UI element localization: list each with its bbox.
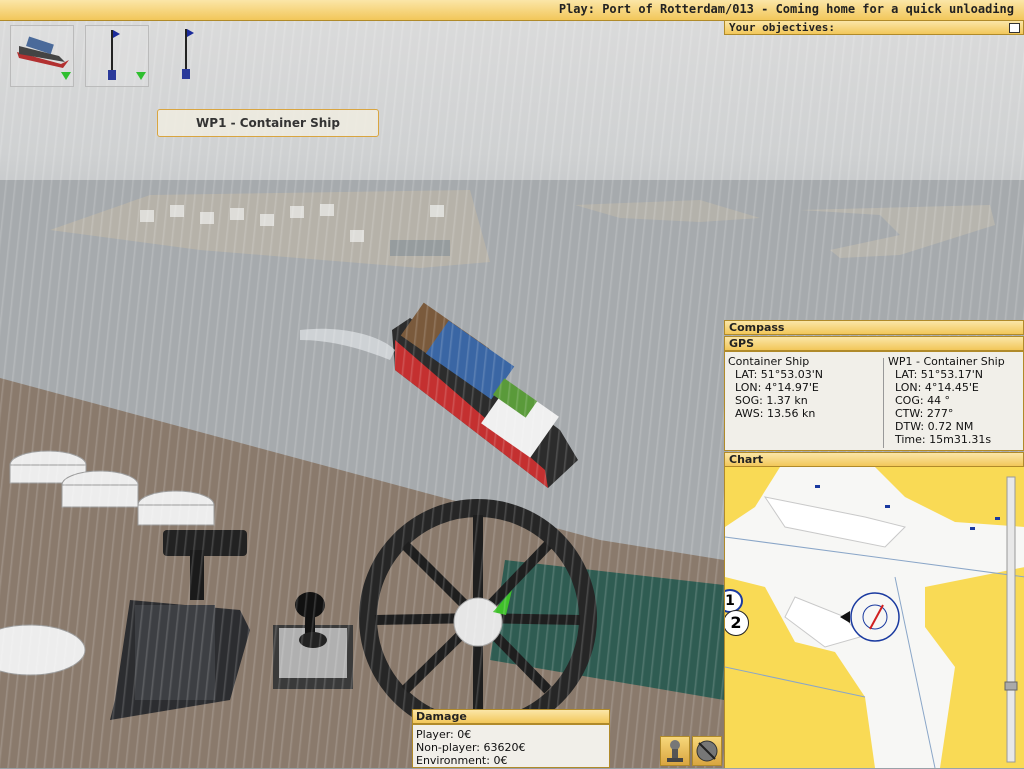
waypoint-thumbnail[interactable] xyxy=(85,25,149,87)
gps-divider xyxy=(883,358,884,448)
gps-panel: Container Ship LAT: 51°53.03'N LON: 4°14… xyxy=(724,351,1024,451)
objectives-bar[interactable]: Your objectives: xyxy=(724,20,1024,35)
damage-header[interactable]: Damage xyxy=(412,709,610,724)
gps-target-lon: LON: 4°14.45'E xyxy=(895,381,979,394)
gps-target-time: Time: 15m31.31s xyxy=(895,433,992,446)
gps-header[interactable]: GPS xyxy=(724,336,1024,351)
damage-panel: Player: 0€ Non-player: 63620€ Environmen… xyxy=(412,724,610,768)
objectives-label: Your objectives: xyxy=(729,21,835,34)
scenario-title: Play: Port of Rotterdam/013 - Coming hom… xyxy=(558,2,1014,16)
anchor-icon xyxy=(667,740,683,762)
objectives-minimize-button[interactable] xyxy=(1009,23,1020,33)
gps-target-dtw: DTW: 0.72 NM xyxy=(895,420,974,433)
gps-target-name: WP1 - Container Ship xyxy=(888,355,1005,368)
waypoint-label[interactable]: WP1 - Container Ship xyxy=(157,109,379,137)
damage-non-player: Non-player: 63620€ xyxy=(416,741,526,754)
gps-own-lon: LON: 4°14.97'E xyxy=(735,381,819,394)
chart-header[interactable]: Chart xyxy=(724,452,1024,467)
chart-map xyxy=(725,467,1024,768)
damage-environment: Environment: 0€ xyxy=(416,754,508,767)
gps-target-lat: LAT: 51°53.17'N xyxy=(895,368,984,381)
nautical-chart[interactable]: 1 2 xyxy=(724,467,1024,768)
waypoint-flag-icon xyxy=(108,30,146,80)
gps-own-aws: AWS: 13.56 kn xyxy=(735,407,816,420)
chart-zoom-slider[interactable] xyxy=(1006,476,1016,763)
gps-target-ctw: CTW: 277° xyxy=(895,407,954,420)
ship-thumbnail[interactable] xyxy=(10,25,74,87)
gps-own-sog: SOG: 1.37 kn xyxy=(735,394,808,407)
buoy-flag-icon[interactable] xyxy=(172,25,202,85)
damage-player: Player: 0€ xyxy=(416,728,472,741)
compass-header[interactable]: Compass xyxy=(724,320,1024,335)
gps-target-cog: COG: 44 ° xyxy=(895,394,951,407)
gps-own-lat: LAT: 51°53.03'N xyxy=(735,368,824,381)
horn-off-icon xyxy=(696,740,718,762)
waypoint-marker-2[interactable]: 2 xyxy=(725,610,749,636)
ship-thumbnail-icon xyxy=(17,36,71,80)
title-bar: Play: Port of Rotterdam/013 - Coming hom… xyxy=(0,0,1024,21)
anchor-button[interactable] xyxy=(660,736,690,766)
gps-own-name: Container Ship xyxy=(728,355,810,368)
chart-zoom-handle[interactable] xyxy=(1004,681,1018,691)
gps-target: WP1 - Container Ship LAT: 51°53.17'N LON… xyxy=(888,355,1005,446)
horn-off-button[interactable] xyxy=(692,736,722,766)
gps-own-ship: Container Ship LAT: 51°53.03'N LON: 4°14… xyxy=(728,355,823,420)
